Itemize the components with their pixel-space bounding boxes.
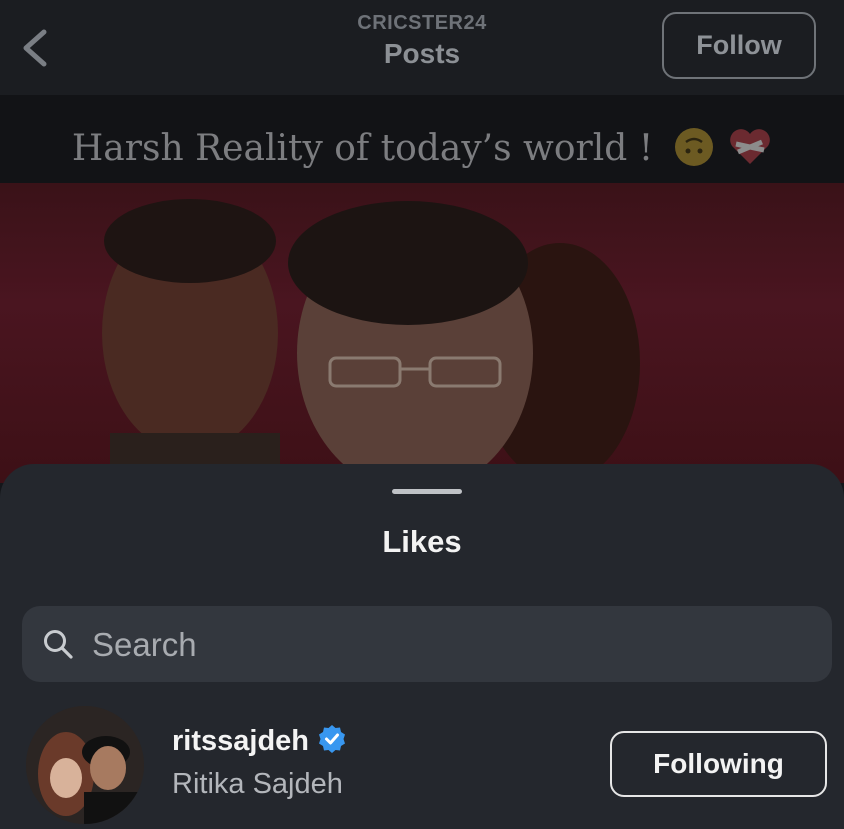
like-username-text: ritssajdeh xyxy=(172,725,309,757)
follow-button[interactable]: Follow xyxy=(662,12,816,79)
post-image[interactable] xyxy=(0,183,844,483)
list-item[interactable]: ritssajdeh Ritika Sajdeh Following xyxy=(0,700,844,824)
sheet-drag-handle[interactable] xyxy=(392,489,462,494)
like-username[interactable]: ritssajdeh xyxy=(172,724,347,762)
avatar[interactable] xyxy=(26,706,144,824)
sheet-title: Likes xyxy=(382,524,462,559)
like-full-name: Ritika Sajdeh xyxy=(172,768,343,800)
search-input[interactable] xyxy=(90,606,794,684)
post-caption: Harsh Reality of today’s world ! xyxy=(0,128,844,175)
likes-sheet: Likes ritssajdeh Ritika Sajdeh Following xyxy=(0,464,844,829)
post-photo-illustration xyxy=(102,199,640,483)
search-icon xyxy=(44,630,73,659)
post-caption-text: Harsh Reality of today’s world ! xyxy=(71,128,654,169)
avatar-photo xyxy=(26,706,144,824)
top-bar: CRICSTER24 Posts Follow xyxy=(0,0,844,95)
following-button[interactable]: Following xyxy=(610,731,827,797)
verified-badge-icon xyxy=(317,724,347,762)
search-bar[interactable] xyxy=(22,606,832,684)
mending-heart-icon xyxy=(728,128,772,175)
upside-down-face-icon xyxy=(674,128,713,166)
